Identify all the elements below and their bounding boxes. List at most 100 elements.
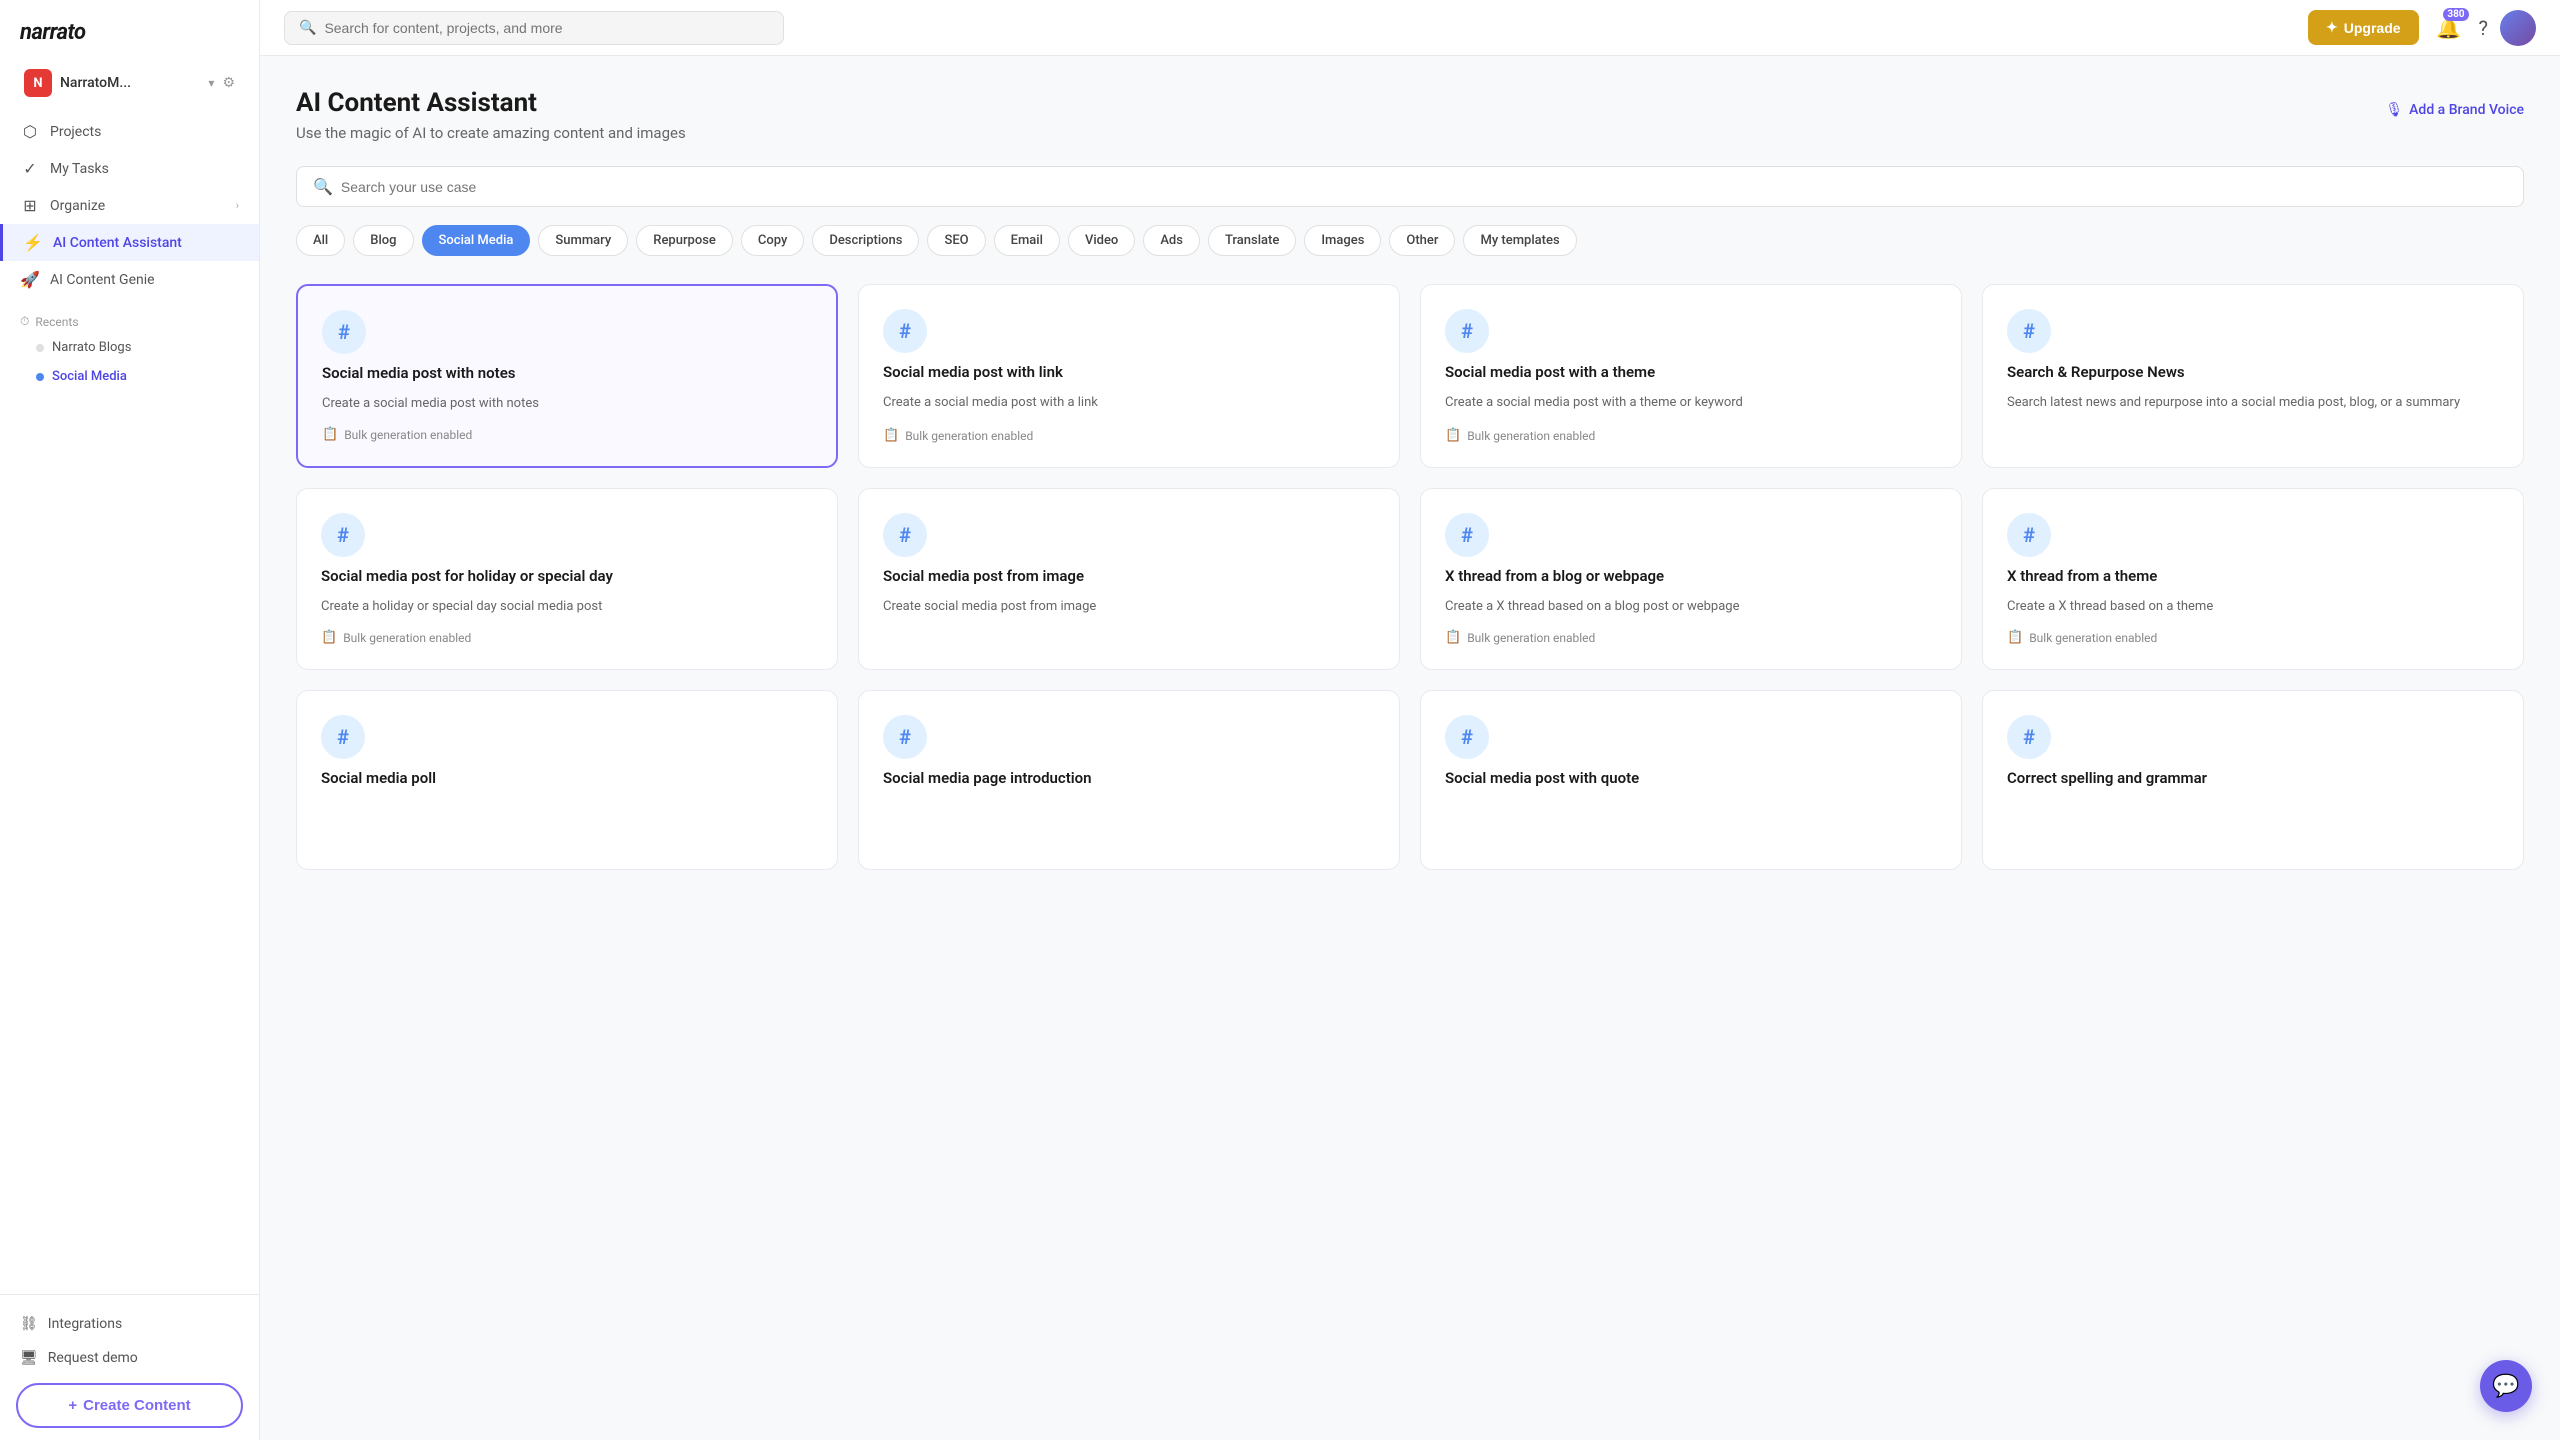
card-bulk: 📋 Bulk generation enabled <box>1445 428 1937 443</box>
chip-descriptions[interactable]: Descriptions <box>812 225 919 256</box>
content-card-social-page-intro[interactable]: # Social media page introduction <box>858 690 1400 870</box>
card-desc: Create a X thread based on a theme <box>2007 597 2499 617</box>
chip-my-templates[interactable]: My templates <box>1463 225 1576 256</box>
chip-repurpose[interactable]: Repurpose <box>636 225 733 256</box>
chip-summary[interactable]: Summary <box>538 225 628 256</box>
sidebar-item-projects[interactable]: ⬡ Projects <box>0 113 259 150</box>
help-icon[interactable]: ? <box>2479 16 2488 40</box>
chip-email[interactable]: Email <box>994 225 1060 256</box>
integrations-link[interactable]: ⛓ Integrations <box>16 1307 243 1341</box>
card-icon-wrap: # <box>321 513 365 557</box>
notification-count: 380 <box>2443 8 2468 21</box>
user-avatar[interactable] <box>2500 10 2536 46</box>
app-logo: narrato <box>0 0 259 61</box>
sidebar-subitem-label: Social Media <box>52 369 127 384</box>
card-bulk: 📋 Bulk generation enabled <box>322 427 812 442</box>
sidebar-item-my-tasks[interactable]: ✓ My Tasks <box>0 150 259 187</box>
card-title: Social media post with quote <box>1445 769 1937 789</box>
content-card-search-repurpose[interactable]: # Search & Repurpose News Search latest … <box>1982 284 2524 468</box>
use-case-search-bar[interactable]: 🔍 <box>296 166 2524 207</box>
content-card-x-thread-blog[interactable]: # X thread from a blog or webpage Create… <box>1420 488 1962 670</box>
card-title: Social media poll <box>321 769 813 789</box>
dot-icon <box>36 373 44 381</box>
card-title: Social media post with link <box>883 363 1375 383</box>
chip-all[interactable]: All <box>296 225 345 256</box>
chip-seo[interactable]: SEO <box>927 225 985 256</box>
hash-icon: # <box>337 523 349 547</box>
card-icon-wrap: # <box>322 310 366 354</box>
global-search-input[interactable] <box>324 20 769 36</box>
expand-arrow-icon: › <box>236 199 239 212</box>
upgrade-label: Upgrade <box>2344 20 2401 36</box>
sidebar-item-ai-content-assistant[interactable]: ⚡ AI Content Assistant <box>0 224 259 261</box>
content-card-correct-spelling[interactable]: # Correct spelling and grammar <box>1982 690 2524 870</box>
use-case-search-input[interactable] <box>341 179 2507 195</box>
card-desc: Create a X thread based on a blog post o… <box>1445 597 1937 617</box>
recents-section: ⏱ Recents <box>0 298 259 333</box>
chip-ads[interactable]: Ads <box>1143 225 1200 256</box>
sidebar-item-social-media[interactable]: Social Media <box>0 362 259 391</box>
content-card-social-theme[interactable]: # Social media post with a theme Create … <box>1420 284 1962 468</box>
card-desc: Create a social media post with a link <box>883 393 1375 415</box>
notifications-button[interactable]: 🔔 380 <box>2431 10 2467 46</box>
hash-icon: # <box>2023 319 2035 343</box>
tasks-icon: ✓ <box>20 159 40 178</box>
sidebar-item-organize[interactable]: ⊞ Organize › <box>0 187 259 224</box>
sidebar-item-label: Projects <box>50 124 101 140</box>
bulk-label: Bulk generation enabled <box>1467 631 1595 645</box>
copy-icon: 📋 <box>1445 630 1461 645</box>
organize-icon: ⊞ <box>20 196 40 215</box>
recents-label: Recents <box>35 315 78 329</box>
main-area: 🔍 ✦ Upgrade 🔔 380 ? AI Content Assistant… <box>260 0 2560 1440</box>
lightning-icon: ⚡ <box>23 233 43 252</box>
integrations-icon: ⛓ <box>20 1316 38 1332</box>
workspace-name: NarratoM... <box>60 75 200 91</box>
global-search-bar[interactable]: 🔍 <box>284 11 784 45</box>
dot-icon <box>36 344 44 352</box>
chip-blog[interactable]: Blog <box>353 225 413 256</box>
chip-copy[interactable]: Copy <box>741 225 804 256</box>
chip-video[interactable]: Video <box>1068 225 1135 256</box>
request-demo-link[interactable]: 🖥 Request demo <box>16 1341 243 1375</box>
chip-translate[interactable]: Translate <box>1208 225 1296 256</box>
hash-icon: # <box>2023 725 2035 749</box>
create-content-button[interactable]: + Create Content <box>16 1383 243 1428</box>
sidebar-subitem-label: Narrato Blogs <box>52 340 131 355</box>
hash-icon: # <box>337 725 349 749</box>
content-card-social-notes[interactable]: # Social media post with notes Create a … <box>296 284 838 468</box>
hash-icon: # <box>899 523 911 547</box>
brand-voice-link[interactable]: 🎙 Add a Brand Voice <box>2385 102 2524 118</box>
gear-icon[interactable]: ⚙ <box>222 75 235 91</box>
content-card-social-holiday[interactable]: # Social media post for holiday or speci… <box>296 488 838 670</box>
card-bulk: 📋 Bulk generation enabled <box>1445 630 1937 645</box>
copy-icon: 📋 <box>321 630 337 645</box>
brand-voice-label: Add a Brand Voice <box>2409 102 2524 118</box>
topbar-right-actions: ✦ Upgrade 🔔 380 ? <box>2308 10 2536 46</box>
chip-images[interactable]: Images <box>1304 225 1381 256</box>
card-desc: Search latest news and repurpose into a … <box>2007 393 2499 444</box>
avatar-image <box>2500 10 2536 46</box>
upgrade-button[interactable]: ✦ Upgrade <box>2308 10 2419 45</box>
page-header: AI Content Assistant Use the magic of AI… <box>296 88 2524 142</box>
hash-icon: # <box>1461 725 1473 749</box>
chip-other[interactable]: Other <box>1389 225 1455 256</box>
chip-social-media[interactable]: Social Media <box>422 225 531 256</box>
sidebar-item-ai-content-genie[interactable]: 🚀 AI Content Genie <box>0 261 259 298</box>
workspace-switcher[interactable]: N NarratoM... ▾ ⚙ <box>8 61 251 105</box>
sidebar-item-narrato-blogs[interactable]: Narrato Blogs <box>0 333 259 362</box>
search-icon: 🔍 <box>299 20 316 36</box>
chat-support-button[interactable]: 💬 <box>2480 1360 2532 1412</box>
content-card-social-link[interactable]: # Social media post with link Create a s… <box>858 284 1400 468</box>
content-card-social-poll[interactable]: # Social media poll <box>296 690 838 870</box>
copy-icon: 📋 <box>2007 630 2023 645</box>
sidebar-item-label: AI Content Genie <box>50 272 155 288</box>
content-card-social-image[interactable]: # Social media post from image Create so… <box>858 488 1400 670</box>
card-title: Correct spelling and grammar <box>2007 769 2499 789</box>
copy-icon: 📋 <box>883 428 899 443</box>
card-icon-wrap: # <box>883 715 927 759</box>
content-card-x-thread-theme[interactable]: # X thread from a theme Create a X threa… <box>1982 488 2524 670</box>
card-icon-wrap: # <box>321 715 365 759</box>
card-icon-wrap: # <box>2007 309 2051 353</box>
content-card-social-quote[interactable]: # Social media post with quote <box>1420 690 1962 870</box>
sidebar-item-label: My Tasks <box>50 161 109 177</box>
